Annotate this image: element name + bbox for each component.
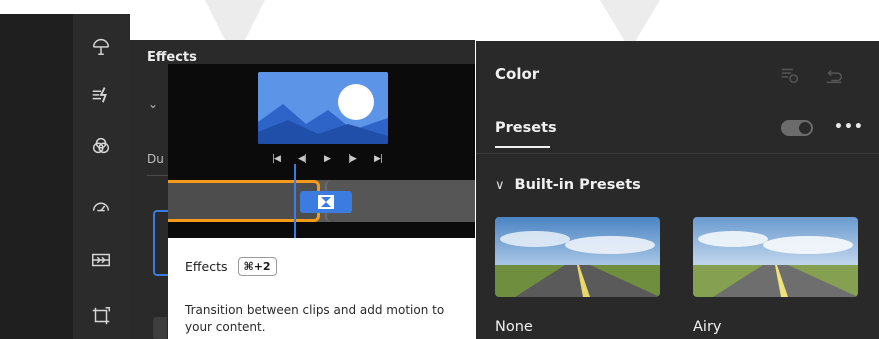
chevron-down-icon[interactable]: ⌄ <box>148 97 158 111</box>
transition-block <box>300 191 352 213</box>
preset-label-none: None <box>495 319 533 335</box>
duration-label: Du <box>147 152 164 166</box>
speed-icon[interactable] <box>87 192 115 220</box>
tab-underline <box>495 146 550 148</box>
step-back-icon: ◀| <box>298 154 307 164</box>
undo-icon[interactable] <box>823 64 845 86</box>
tooltip-header: Effects ⌘+2 <box>185 257 277 276</box>
tooltip-animation: |◀ ◀| ▶ |▶ ▶| <box>168 64 475 238</box>
timeline-clip <box>168 180 320 222</box>
preset-thumbnail-none[interactable] <box>495 217 660 297</box>
effect-control[interactable] <box>153 317 167 339</box>
transitions-icon[interactable] <box>87 246 115 274</box>
skip-back-icon: |◀ <box>272 154 281 164</box>
tooltip-title: Effects <box>185 259 228 274</box>
more-options-button[interactable]: ••• <box>834 119 864 135</box>
divider <box>476 153 879 154</box>
play-icon: ▶ <box>324 154 331 164</box>
color-panel: Color Presets ••• ∨ Built-in Presets Non… <box>476 41 879 339</box>
left-panel-background <box>0 14 73 339</box>
tab-presets[interactable]: Presets <box>495 120 557 136</box>
effect-selection-box[interactable] <box>153 210 169 276</box>
preview-thumbnail <box>258 72 388 144</box>
transport-controls: |◀ ◀| ▶ |▶ ▶| <box>272 152 383 166</box>
effects-tooltip: |◀ ◀| ▶ |▶ ▶| Effects ⌘+2 Transition bet… <box>168 64 475 339</box>
tooltip-description: Transition between clips and add motion … <box>185 303 445 334</box>
crop-icon[interactable] <box>87 302 115 330</box>
effects-icon[interactable] <box>87 80 115 108</box>
transition-icon <box>318 195 334 209</box>
shortcut-badge: ⌘+2 <box>237 257 277 276</box>
step-forward-icon: |▶ <box>348 154 357 164</box>
presets-toggle[interactable] <box>781 120 813 136</box>
preset-label-airy: Airy <box>693 319 722 335</box>
playhead <box>294 164 296 238</box>
skip-forward-icon: ▶| <box>374 154 383 164</box>
color-panel-title: Color <box>495 65 540 83</box>
tool-sidebar <box>73 14 130 339</box>
color-icon[interactable] <box>87 132 115 160</box>
preset-thumbnail-airy[interactable] <box>693 217 858 297</box>
chevron-down-icon: ∨ <box>495 177 505 193</box>
effects-panel-title: Effects <box>147 50 197 65</box>
reset-filter-icon[interactable] <box>779 64 801 86</box>
adjust-tool-icon[interactable] <box>87 32 115 60</box>
section-label: Built-in Presets <box>514 177 641 193</box>
built-in-presets-header[interactable]: ∨ Built-in Presets <box>495 177 641 193</box>
